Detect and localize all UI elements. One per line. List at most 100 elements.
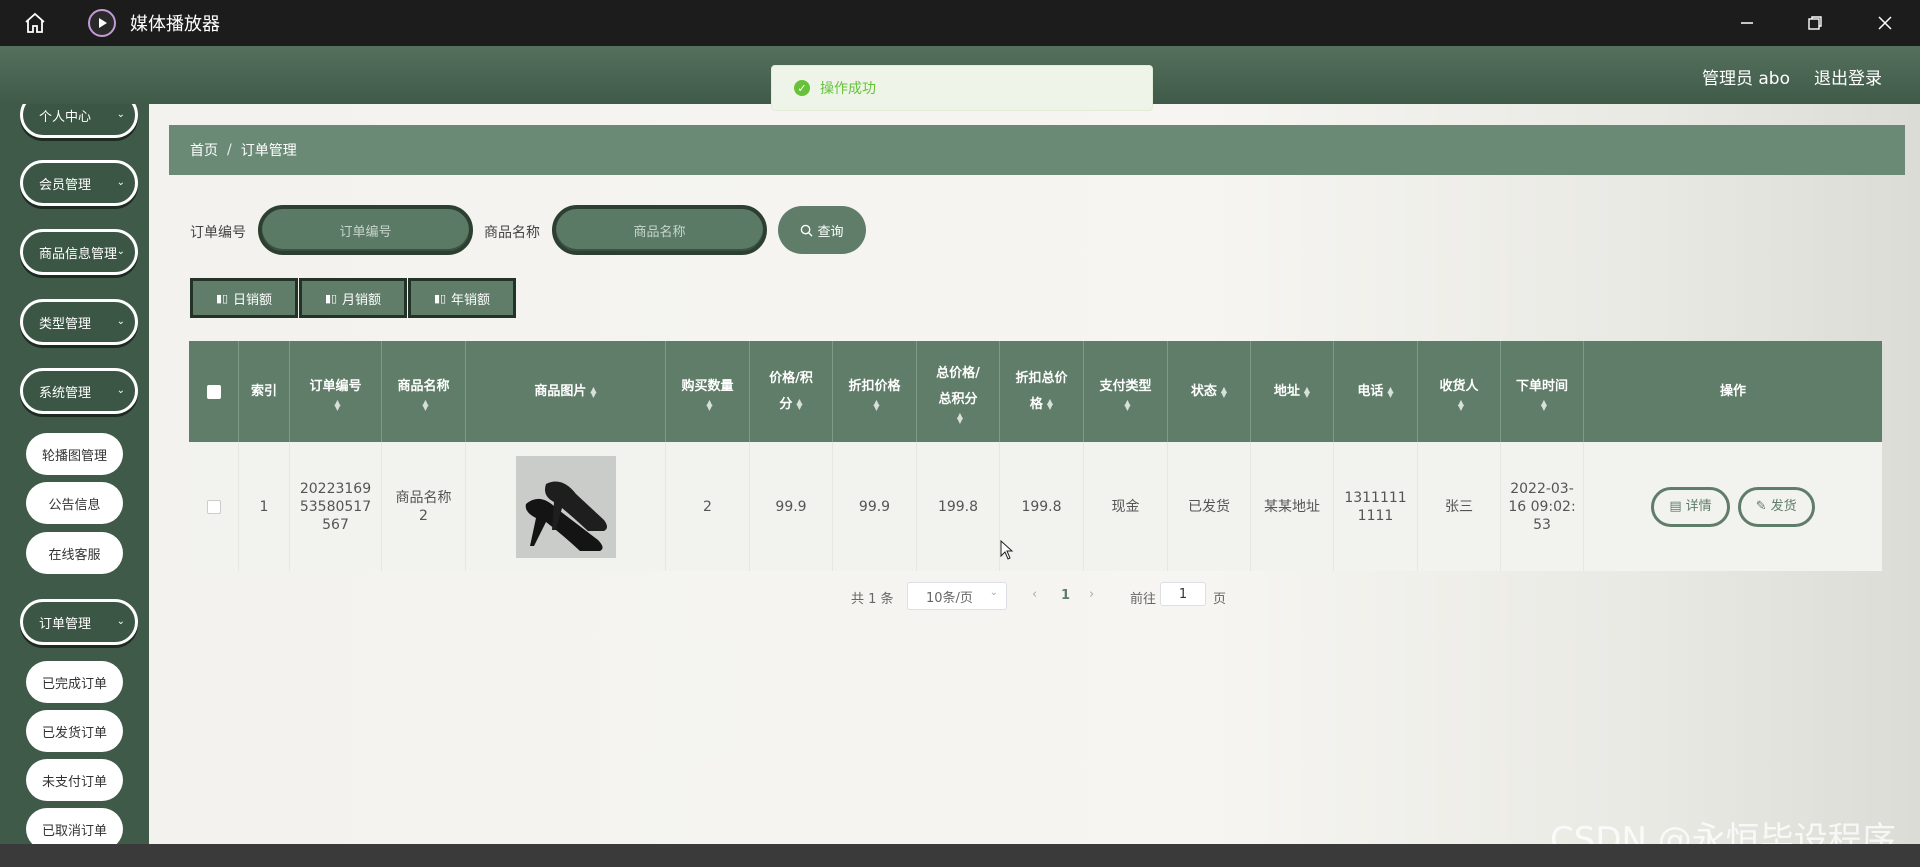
column-header-discount-price[interactable]: 折扣价格 ▲ ▼ (833, 341, 917, 442)
document-icon: ▤ (1669, 498, 1682, 514)
sidebar-item-type-management[interactable]: 类型管理 ⌄ (20, 299, 138, 345)
sidebar-subitem-announcement[interactable]: 公告信息 (26, 482, 123, 524)
page-number-current[interactable]: 1 (1061, 588, 1070, 603)
goto-label: 前往 (1130, 592, 1157, 607)
home-button[interactable] (0, 0, 70, 46)
column-header-price[interactable]: 价格/积分 ▲ ▼ (750, 341, 833, 442)
column-header-phone[interactable]: 电话 ▲ ▼ (1334, 341, 1418, 442)
window-titlebar: 媒体播放器 (0, 0, 1920, 46)
column-header-index: 索引 (239, 341, 290, 442)
select-all-checkbox[interactable] (206, 384, 221, 399)
edit-icon: ✎ (1755, 498, 1767, 514)
sort-icon[interactable]: ▲ ▼ (590, 385, 596, 398)
restore-button[interactable] (1780, 0, 1850, 46)
query-button[interactable]: 查询 (778, 206, 866, 254)
sidebar-item-product-management[interactable]: 商品信息管理 ⌄ (20, 229, 138, 275)
sort-icon[interactable]: ▲ ▼ (796, 398, 802, 411)
sidebar-item-label: 会员管理 (39, 177, 92, 193)
chevron-down-icon: ⌄ (116, 109, 125, 120)
sidebar-item-order-management[interactable]: 订单管理 ⌄ (20, 599, 138, 645)
cell-product-image (466, 442, 666, 571)
column-header-receiver[interactable]: 收货人 ▲ ▼ (1418, 341, 1501, 442)
monthly-sales-label: 月销额 (342, 292, 382, 308)
sort-icon[interactable]: ▲ ▼ (706, 398, 712, 411)
cell-product-name: 商品名称 2 (382, 442, 466, 571)
sort-icon[interactable]: ▲ ▼ (1458, 398, 1464, 411)
row-select-cell (189, 442, 239, 571)
chevron-down-icon: ⌄ (116, 616, 125, 627)
sort-icon[interactable]: ▲ ▼ (957, 411, 963, 424)
sort-icon[interactable]: ▲ ▼ (1304, 385, 1310, 398)
toast-message: 操作成功 (820, 81, 876, 97)
sort-icon[interactable]: ▲ ▼ (1387, 385, 1393, 398)
chevron-down-icon: ⌄ (116, 316, 125, 327)
home-icon (25, 12, 45, 33)
sidebar-item-label: 类型管理 (39, 316, 92, 332)
order-no-label: 订单编号 (190, 225, 246, 241)
chevron-down-icon: ⌄ (116, 385, 125, 396)
column-header-order-no[interactable]: 订单编号 ▲ ▼ (290, 341, 382, 442)
product-name-input[interactable]: 商品名称 (552, 205, 767, 255)
bar-chart-icon: ▮▯ (324, 291, 338, 305)
column-header-status[interactable]: 状态 ▲ ▼ (1168, 341, 1251, 442)
detail-button[interactable]: ▤ 详情 (1651, 486, 1730, 527)
daily-sales-button[interactable]: ▮▯ 日销额 (190, 278, 298, 318)
logout-link[interactable]: 退出登录 (1814, 64, 1882, 89)
cell-index: 1 (239, 442, 290, 571)
next-page-icon[interactable]: › (1089, 587, 1094, 602)
sort-icon[interactable]: ▲ ▼ (422, 398, 428, 411)
chevron-down-icon: ⌄ (116, 177, 125, 188)
cell-receiver: 张三 (1418, 442, 1501, 571)
sort-icon[interactable]: ▲ ▼ (1047, 398, 1053, 411)
page-size-select[interactable]: 10条/页 ⌄ (907, 582, 1007, 610)
goto-page-input[interactable]: 1 (1160, 582, 1206, 606)
column-header-quantity[interactable]: 购买数量 ▲ ▼ (666, 341, 750, 442)
minimize-button[interactable] (1712, 0, 1782, 46)
order-no-input[interactable]: 订单编号 (258, 205, 473, 255)
mouse-cursor-icon (1000, 540, 1014, 560)
row-checkbox[interactable] (206, 499, 221, 514)
column-header-product-name[interactable]: 商品名称 ▲ ▼ (382, 341, 466, 442)
ship-button[interactable]: ✎ 发货 (1737, 486, 1815, 527)
sort-icon[interactable]: ▲ ▼ (334, 398, 340, 411)
sidebar-subitem-carousel[interactable]: 轮播图管理 (26, 433, 123, 475)
sidebar-item-personal-center[interactable]: 个人中心 ⌄ (20, 104, 138, 138)
breadcrumb: 首页 / 订单管理 (169, 125, 1905, 175)
sidebar-item-label: 系统管理 (39, 385, 92, 401)
sort-icon[interactable]: ▲ ▼ (1221, 385, 1227, 398)
column-header-order-time[interactable]: 下单时间 ▲ ▼ (1501, 341, 1584, 442)
sidebar-item-label: 商品信息管理 (39, 246, 118, 262)
sidebar-item-system-management[interactable]: 系统管理 ⌄ (20, 368, 138, 414)
column-header-address[interactable]: 地址 ▲ ▼ (1251, 341, 1334, 442)
column-header-pay-type[interactable]: 支付类型 ▲ ▼ (1084, 341, 1168, 442)
high-heel-shoe-icon (515, 455, 616, 558)
sidebar-item-member-management[interactable]: 会员管理 ⌄ (20, 160, 138, 206)
daily-sales-label: 日销额 (233, 292, 273, 308)
cell-quantity: 2 (666, 442, 750, 571)
column-header-discount-total[interactable]: 折扣总价格 ▲ ▼ (1000, 341, 1084, 442)
prev-page-icon[interactable]: ‹ (1032, 587, 1037, 602)
product-image[interactable] (515, 455, 616, 558)
select-all-cell (189, 341, 239, 442)
window-title: 媒体播放器 (130, 14, 220, 35)
sidebar-subitem-completed-orders[interactable]: 已完成订单 (26, 661, 123, 703)
yearly-sales-button[interactable]: ▮▯ 年销额 (408, 278, 516, 318)
sort-icon[interactable]: ▲ ▼ (873, 398, 879, 411)
cell-order-no: 20223169 53580517 567 (290, 442, 382, 571)
close-button[interactable] (1850, 0, 1920, 46)
cell-pay-type: 现金 (1084, 442, 1168, 571)
minimize-icon (1741, 22, 1753, 24)
sidebar-item-label: 个人中心 (39, 109, 92, 125)
sidebar-subitem-unpaid-orders[interactable]: 未支付订单 (26, 759, 123, 801)
sort-icon[interactable]: ▲ ▼ (1541, 398, 1547, 411)
column-header-product-image[interactable]: 商品图片 ▲ ▼ (466, 341, 666, 442)
monthly-sales-button[interactable]: ▮▯ 月销额 (299, 278, 407, 318)
sidebar-subitem-shipped-orders[interactable]: 已发货订单 (26, 710, 123, 752)
cell-discount-price: 99.9 (833, 442, 917, 571)
query-button-label: 查询 (817, 224, 844, 240)
sort-icon[interactable]: ▲ ▼ (1124, 398, 1130, 411)
column-header-total[interactable]: 总价格/总积分 ▲ ▼ (917, 341, 1000, 442)
breadcrumb-home[interactable]: 首页 (190, 140, 218, 160)
sidebar-subitem-online-service[interactable]: 在线客服 (26, 532, 123, 574)
sidebar-subitem-cancelled-orders[interactable]: 已取消订单 (26, 808, 123, 844)
